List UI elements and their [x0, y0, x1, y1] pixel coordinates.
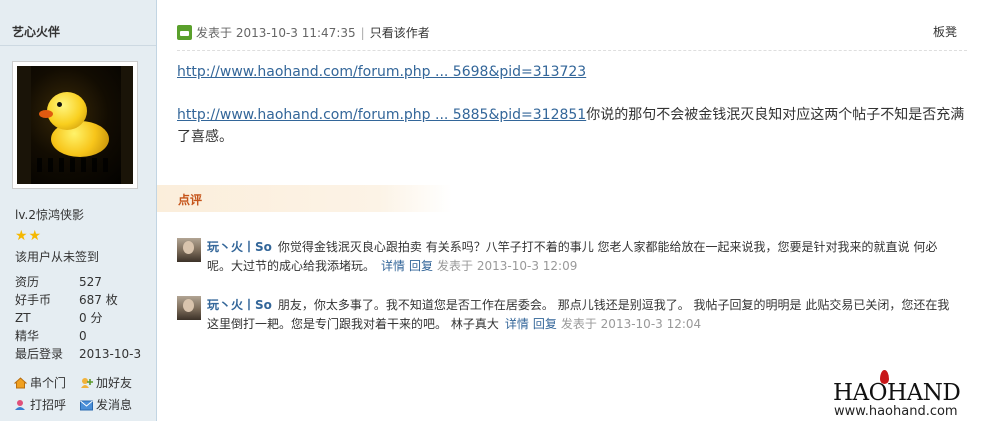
- post-line: http://www.haohand.com/forum.php ... 588…: [177, 104, 972, 148]
- comments-header: 点评: [157, 185, 452, 212]
- comment-body: 玩丶火丨So 你觉得金钱泯灭良心跟拍卖 有关系吗？八竿子打不着的事儿 您老人家都能…: [207, 238, 952, 276]
- stat-label[interactable]: 好手币: [15, 291, 51, 309]
- stat-label[interactable]: 资历: [15, 273, 39, 291]
- commenter-avatar[interactable]: [177, 296, 201, 320]
- author-sidebar: 艺心火伴 lv.2惊鸿侠影 ★★ 该用户从未签到 资历 527 好手币 687 …: [0, 0, 157, 421]
- stat-value: 0: [79, 329, 87, 343]
- house-icon: [13, 377, 28, 389]
- comment-body: 玩丶火丨So 朋友，你太多事了。我不知道您是否工作在居委会。 那点儿钱还是别逗我了…: [207, 296, 952, 334]
- stat-row: 资历 527: [15, 273, 155, 291]
- reply-link[interactable]: 回复: [409, 259, 433, 273]
- floor-number[interactable]: 板凳: [933, 23, 957, 40]
- stat-value: 687 枚: [79, 293, 118, 307]
- detail-link[interactable]: 详情: [505, 317, 529, 331]
- stat-label: 最后登录: [15, 347, 64, 361]
- stat-label[interactable]: 精华: [15, 327, 39, 345]
- user-rank[interactable]: lv.2惊鸿侠影: [15, 206, 84, 223]
- post-content: 发表于 2013-10-3 11:47:35 | 只看该作者 板凳 http://w…: [157, 0, 990, 421]
- stat-value: 527: [79, 275, 102, 289]
- divider: [0, 45, 156, 46]
- post-link[interactable]: http://www.haohand.com/forum.php ... 588…: [177, 107, 586, 123]
- post-time: 发表于 2013-10-3 11:47:35: [196, 26, 356, 40]
- action-label: 串个门: [30, 376, 67, 390]
- commenter-avatar[interactable]: [177, 238, 201, 262]
- stat-value: 2013-10-3: [79, 347, 142, 361]
- action-label: 打招呼: [30, 398, 67, 412]
- reply-link[interactable]: 回复: [533, 317, 557, 331]
- watermark-logo: HAOHAND: [833, 380, 961, 406]
- comment-time: 发表于 2013-10-3 12:09: [437, 259, 578, 273]
- send-message-button[interactable]: 发消息: [80, 396, 132, 413]
- stat-row: 好手币 687 枚: [15, 291, 155, 309]
- add-friend-icon: [80, 377, 93, 389]
- post-link[interactable]: http://www.haohand.com/forum.php ... 569…: [177, 64, 586, 80]
- watermark-url: www.haohand.com: [834, 404, 958, 419]
- stat-value: 0 分: [79, 311, 103, 325]
- signin-status: 该用户从未签到: [15, 250, 100, 264]
- detail-link[interactable]: 详情: [381, 259, 405, 273]
- stat-row: ZT 0 分: [15, 309, 155, 327]
- greet-button[interactable]: 打招呼: [14, 396, 66, 413]
- action-label: 加好友: [96, 376, 133, 390]
- commenter-name[interactable]: 玩丶火丨So: [207, 240, 272, 254]
- message-icon: [80, 399, 93, 411]
- commenter-name[interactable]: 玩丶火丨So: [207, 298, 272, 312]
- divider: [177, 50, 967, 52]
- rank-stars-icon: ★★: [15, 228, 43, 244]
- separator: |: [360, 26, 365, 40]
- greet-icon: [14, 399, 27, 411]
- user-stats: 资历 527 好手币 687 枚 ZT 0 分 精华 0 最后登录 2013-1…: [15, 273, 155, 363]
- stat-row: 最后登录 2013-10-3: [15, 345, 155, 363]
- avatar-image: [17, 66, 133, 184]
- post-line: http://www.haohand.com/forum.php ... 569…: [177, 64, 586, 80]
- comment-time: 发表于 2013-10-3 12:04: [560, 317, 702, 331]
- action-label: 发消息: [96, 398, 133, 412]
- only-author-link[interactable]: 只看该作者: [370, 26, 430, 40]
- post-header: 发表于 2013-10-3 11:47:35 | 只看该作者: [177, 24, 430, 41]
- add-friend-button[interactable]: 加好友: [80, 374, 132, 391]
- stat-label[interactable]: ZT: [15, 309, 31, 327]
- site-watermark: HAOHAND www.haohand.com: [833, 370, 990, 421]
- comment-meta: 详情 回复 发表于 2013-10-3 12:09: [381, 259, 577, 273]
- comment-meta: 详情 回复 发表于 2013-10-3 12:04: [505, 317, 701, 331]
- visit-space-button[interactable]: 串个门: [13, 374, 67, 391]
- author-name[interactable]: 艺心火伴: [12, 23, 60, 40]
- comments-title: 点评: [178, 193, 203, 207]
- avatar[interactable]: [12, 61, 138, 189]
- stat-row: 精华 0: [15, 327, 155, 345]
- online-status-icon: [177, 25, 192, 40]
